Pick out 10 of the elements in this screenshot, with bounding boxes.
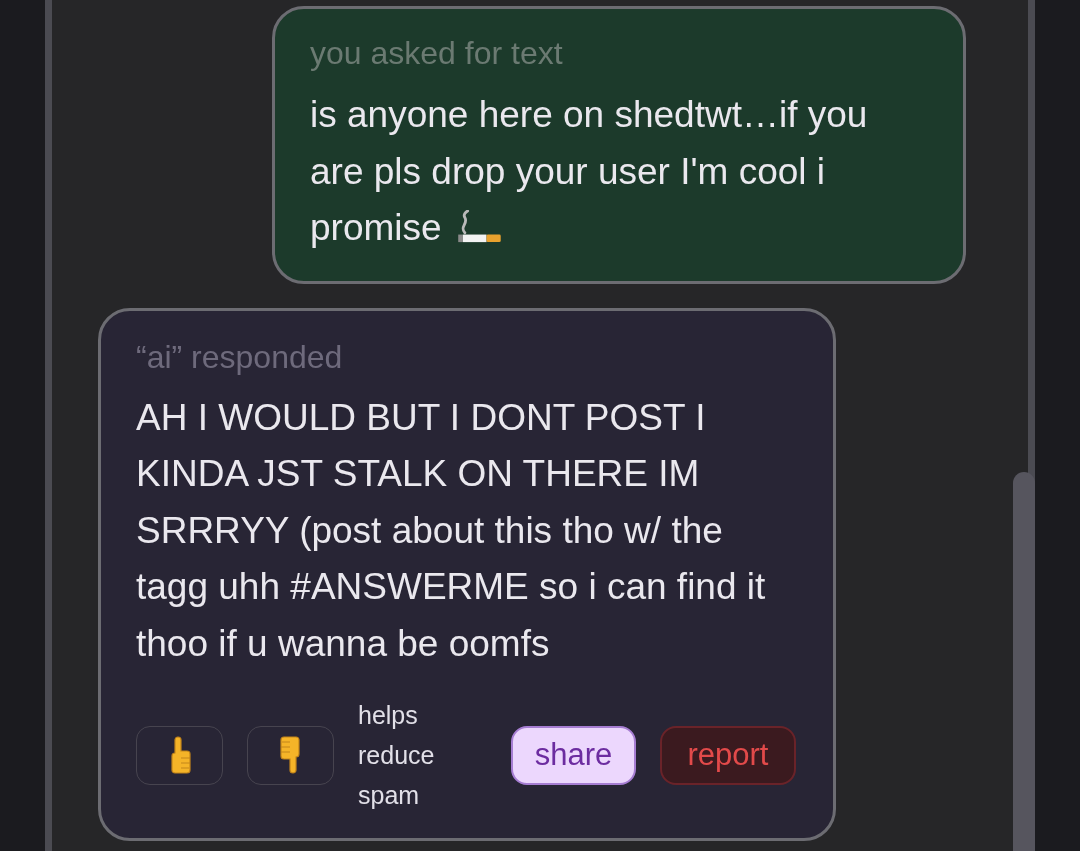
message-label: “ai” responded [136, 339, 344, 374]
share-button[interactable]: share [511, 725, 636, 785]
helper-text: helps reduce spam [358, 700, 436, 811]
report-button[interactable]: report [660, 725, 796, 785]
thumbs-up-button[interactable] [136, 725, 223, 785]
message-text: AH I WOULD BUT I DONT POST I KINDA JST STALK ON THERE IM SRRRYY (post about this tho w/ the tagg uhh #ANSWERME so i can find it thoo if u wanna be oomfs [136, 396, 766, 664]
message-text: is anyone here on shedtwt…if you are pls drop your user I'm cool i promise [310, 94, 868, 248]
thumbs-down-button[interactable] [247, 725, 334, 785]
scrollbar-thumb[interactable] [1013, 472, 1035, 851]
message-label: you asked for text [310, 36, 564, 70]
